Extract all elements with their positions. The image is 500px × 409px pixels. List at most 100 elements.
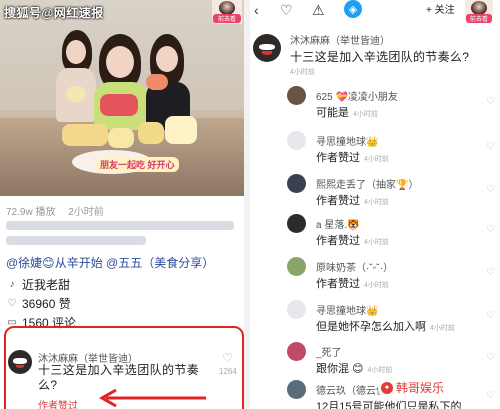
comment-text: 十三这是加入辛选团队的节奏么? [290,50,470,64]
reply-avatar[interactable] [287,86,306,105]
video-detail-panel: 搜狐号@网红速报 朋友一起吃 好开心 前去看 72.9w 播放 2小时前 @徐婕… [0,0,244,409]
food-item [100,94,138,116]
reply-text-line: 跟你混 😊 4小时前 [316,360,392,376]
reply-author[interactable]: a 星落.🐯 [316,216,360,231]
watermark-logo-icon: ✦ [381,381,393,394]
app-logo-icon: ◈ [344,0,362,18]
video-meta: 72.9w 播放 2小时前 [6,203,114,218]
follow-button[interactable]: + 关注 [426,0,455,16]
reply-author[interactable]: 熙熙走丢了（抽家🏆） [316,176,418,191]
food-item [138,122,164,144]
likes-count: 36960 赞 [22,297,71,311]
red-arrow-icon [98,388,206,408]
reply-like-icon[interactable]: ♡ [486,224,495,235]
reply-like-icon[interactable]: ♡ [486,96,495,107]
reply-avatar[interactable] [287,174,306,193]
reply-text: 但是她怀孕怎么加入啊 [316,321,426,333]
mention-links[interactable]: @徐婕😊从辛开始 @五五（美食分享） [6,254,214,271]
back-icon[interactable]: ‹ [254,2,259,18]
commenter-avatar[interactable] [8,350,32,374]
reply-time: 4小时前 [364,239,389,246]
reply-text: 12月15号可能他们只是私下的 [316,401,462,409]
reply-time: 4小时前 [364,156,389,163]
food-item [108,128,134,148]
music-label: 近我老甜 [22,278,71,292]
reply-like-icon[interactable]: ♡ [486,267,495,278]
reply-avatar[interactable] [287,300,306,319]
avatar-tag: 前去看 [466,14,492,23]
reply-avatar[interactable] [287,342,306,361]
video-sticker: 朋友一起吃 好开心 [96,157,179,172]
heart-icon: ♡ [7,298,17,309]
reply-author[interactable]: 寻思撞地球👑 [316,133,378,148]
person-face [156,46,178,72]
reply-text: 作者赞过 [316,235,360,247]
food-item [66,86,86,102]
blurred-text [6,221,234,230]
comment-author[interactable]: 沐沐麻麻（举世皆迪） [290,32,390,47]
reply-avatar[interactable] [287,214,306,233]
avatar-mouth [15,364,25,369]
reply-avatar[interactable] [287,257,306,276]
top-toolbar: ‹ ♡ ⚠ ◈ + 关注 前去看 [250,0,500,23]
reply-text: 可能是 [316,107,349,119]
reply-text-line: 作者赞过 4小时前 [316,232,389,248]
reply-avatar[interactable] [287,380,306,399]
source-watermark: 搜狐号@网红速报 [4,6,104,20]
person-face [106,46,134,78]
reply-text: 作者赞过 [316,195,360,207]
music-icon: ♪ [9,279,15,290]
reply-author[interactable]: 625 💝凌凌小朋友 [316,88,398,103]
view-count: 72.9w 播放 [6,207,56,218]
reply-time: 4小时前 [367,367,393,374]
avatar-eyes [13,358,27,364]
blurred-text [6,236,146,245]
author-avatar[interactable]: 前去看 [212,0,242,24]
avatar-eyes [259,43,275,51]
reply-text-line: 可能是 4小时前 [316,104,378,120]
reply-author[interactable]: 寻思撞地球👑 [316,302,378,317]
reply-avatar[interactable] [287,131,306,150]
warning-icon[interactable]: ⚠ [312,2,325,19]
bottom-watermark: ✦ 韩哥娱乐 [378,378,448,397]
reply-author[interactable]: 原味奶茶（·˘ᵕ˘·） [316,259,393,274]
reply-text-line: 作者赞过 4小时前 [316,192,389,208]
watermark-text: 韩哥娱乐 [396,381,445,395]
reply-text-line: 作者赞过 4小时前 [316,149,389,165]
comment-like-count: 1264 [219,367,237,376]
heart-icon[interactable]: ♡ [280,2,293,19]
reply-like-icon[interactable]: ♡ [486,352,495,363]
comment-time: 4小时前 [290,69,315,76]
commenter-avatar[interactable] [253,34,281,62]
music-row[interactable]: ♪ 近我老甜 [6,276,71,293]
author-liked-badge: 作者赞过 [38,401,78,409]
avatar-image [471,1,487,15]
reply-author[interactable]: _死了 [316,344,342,359]
likes-row[interactable]: ♡ 36960 赞 [6,295,71,312]
reply-time: 4小时前 [364,282,389,289]
reply-like-icon[interactable]: ♡ [486,310,495,321]
reply-text: 跟你混 😊 [316,363,364,375]
reply-like-icon[interactable]: ♡ [486,141,495,152]
reply-text: 作者赞过 [316,152,360,164]
reply-text: 作者赞过 [316,278,360,290]
reply-like-icon[interactable]: ♡ [486,184,495,195]
food-item [165,116,197,144]
reply-text-line: 12月15号可能他们只是私下的 [316,398,465,409]
avatar-mouth [261,51,273,56]
reply-text-line: 作者赞过 4小时前 [316,275,389,291]
food-item [146,74,168,90]
post-time: 2小时前 [68,207,104,218]
reply-time: 4小时前 [430,325,455,332]
reply-text-line: 但是她怀孕怎么加入啊 4小时前 [316,318,455,334]
person-face [66,40,86,64]
comment-like-icon[interactable]: ♡ [222,351,233,365]
food-item [62,124,108,146]
avatar-image [219,1,235,15]
reply-like-icon[interactable]: ♡ [486,390,495,401]
author-avatar[interactable]: 前去看 [465,0,493,23]
reply-time: 4小时前 [353,111,378,118]
video-player[interactable]: 搜狐号@网红速报 朋友一起吃 好开心 前去看 [0,0,244,196]
comment-thread-panel: ‹ ♡ ⚠ ◈ + 关注 前去看 沐沐麻麻（举世皆迪） 十三这是加入辛选团队的节… [250,0,500,409]
avatar-tag: 前去看 [213,14,241,23]
